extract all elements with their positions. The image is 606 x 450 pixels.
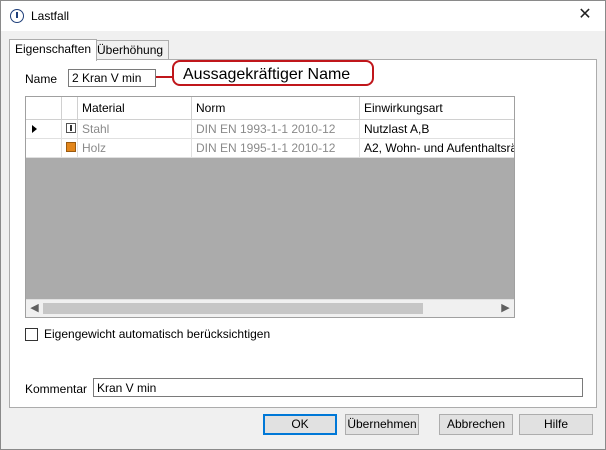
column-header-einwirkungsart[interactable]: Einwirkungsart: [360, 97, 514, 119]
callout-annotation: Aussagekräftiger Name: [172, 60, 374, 86]
column-header-norm[interactable]: Norm: [192, 97, 360, 119]
help-button[interactable]: Hilfe: [519, 414, 593, 435]
scroll-right-icon[interactable]: ▶: [497, 300, 514, 317]
close-button[interactable]: ✕: [571, 3, 599, 27]
grid-icon-header: [62, 97, 78, 119]
eigengewicht-checkbox-label[interactable]: Eigengewicht automatisch berücksichtigen: [44, 327, 270, 341]
cell-norm[interactable]: DIN EN 1993-1-1 2010-12: [192, 120, 360, 138]
cell-material[interactable]: Stahl: [78, 120, 192, 138]
comment-label: Kommentar: [25, 382, 88, 396]
comment-input[interactable]: [93, 378, 583, 397]
eigengewicht-checkbox[interactable]: [25, 328, 38, 341]
apply-button[interactable]: Übernehmen: [345, 414, 419, 435]
name-input[interactable]: [68, 69, 156, 87]
tab-eigenschaften[interactable]: Eigenschaften: [9, 39, 98, 61]
row-selector[interactable]: [26, 120, 62, 138]
material-icon-cell: [62, 120, 78, 138]
cell-einwirkungsart[interactable]: A2, Wohn- und Aufenthaltsräum: [360, 139, 514, 157]
horizontal-scrollbar[interactable]: ◀ ▶: [26, 299, 514, 317]
grid-header: Material Norm Einwirkungsart: [26, 97, 514, 120]
cell-material[interactable]: Holz: [78, 139, 192, 157]
material-icon-cell: [62, 139, 78, 157]
grid-corner-cell: [26, 97, 62, 119]
title-bar: Lastfall ✕: [1, 1, 605, 31]
column-header-material[interactable]: Material: [78, 97, 192, 119]
wood-icon: [66, 142, 76, 152]
cell-norm[interactable]: DIN EN 1995-1-1 2010-12: [192, 139, 360, 157]
table-row[interactable]: Holz DIN EN 1995-1-1 2010-12 A2, Wohn- u…: [26, 139, 514, 158]
current-row-arrow-icon: [32, 125, 37, 133]
app-logo-icon: [10, 9, 24, 23]
row-selector[interactable]: [26, 139, 62, 157]
callout-connector: [156, 76, 173, 78]
material-grid: Material Norm Einwirkungsart Stahl DIN E…: [25, 96, 515, 318]
ok-button[interactable]: OK: [263, 414, 337, 435]
tab-ueberhoehung[interactable]: Überhöhung: [91, 40, 170, 60]
steel-icon: [66, 123, 76, 133]
table-row[interactable]: Stahl DIN EN 1993-1-1 2010-12 Nutzlast A…: [26, 120, 514, 139]
scrollbar-thumb[interactable]: [43, 303, 423, 314]
window-title: Lastfall: [31, 9, 70, 23]
name-label: Name: [25, 72, 58, 86]
cancel-button[interactable]: Abbrechen: [439, 414, 513, 435]
scroll-left-icon[interactable]: ◀: [26, 300, 43, 317]
cell-einwirkungsart[interactable]: Nutzlast A,B: [360, 120, 514, 138]
